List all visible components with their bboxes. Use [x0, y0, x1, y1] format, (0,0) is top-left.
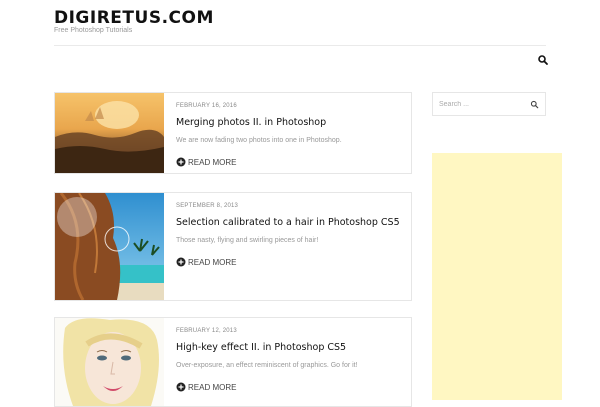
sidebar-search-form [432, 92, 546, 116]
search-icon [538, 55, 548, 65]
header-divider [54, 45, 546, 46]
post-card: SEPTEMBER 8, 2013 Selection calibrated t… [54, 192, 412, 301]
nav-search-icon[interactable] [537, 53, 549, 65]
post-excerpt: Those nasty, flying and swirling pieces … [176, 237, 319, 244]
post-card: FEBRUARY 12, 2013 High-key effect II. in… [54, 317, 412, 407]
post-title[interactable]: High-key effect II. in Photoshop CS5 [176, 342, 346, 353]
sidebar-ad-block[interactable] [432, 153, 562, 400]
site-tagline: Free Photoshop Tutorials [54, 27, 133, 34]
plus-circle-icon [176, 382, 186, 392]
post-title[interactable]: Merging photos II. in Photoshop [176, 117, 326, 128]
read-more-link[interactable]: READ MORE [176, 382, 236, 392]
read-more-link[interactable]: READ MORE [176, 257, 236, 267]
read-more-label: READ MORE [188, 257, 237, 267]
search-input[interactable] [439, 97, 523, 111]
post-title[interactable]: Selection calibrated to a hair in Photos… [176, 217, 400, 228]
site-title[interactable]: DIGIRETUS.COM [54, 8, 214, 28]
read-more-label: READ MORE [188, 382, 237, 392]
post-date: FEBRUARY 12, 2013 [176, 328, 237, 334]
read-more-label: READ MORE [188, 157, 237, 167]
post-date: SEPTEMBER 8, 2013 [176, 203, 239, 209]
post-thumbnail-misty-sunrise[interactable] [55, 93, 164, 173]
post-thumbnail-high-key-portrait[interactable] [55, 318, 164, 406]
read-more-link[interactable]: READ MORE [176, 157, 236, 167]
search-icon[interactable] [530, 100, 539, 109]
post-card: FEBRUARY 16, 2016 Merging photos II. in … [54, 92, 412, 174]
post-thumbnail-hair-beach[interactable] [55, 193, 164, 300]
post-excerpt: Over-exposure, an effect reminiscent of … [176, 362, 358, 369]
plus-circle-icon [176, 257, 186, 267]
post-excerpt: We are now fading two photos into one in… [176, 137, 342, 144]
post-date: FEBRUARY 16, 2016 [176, 103, 237, 109]
plus-circle-icon [176, 157, 186, 167]
